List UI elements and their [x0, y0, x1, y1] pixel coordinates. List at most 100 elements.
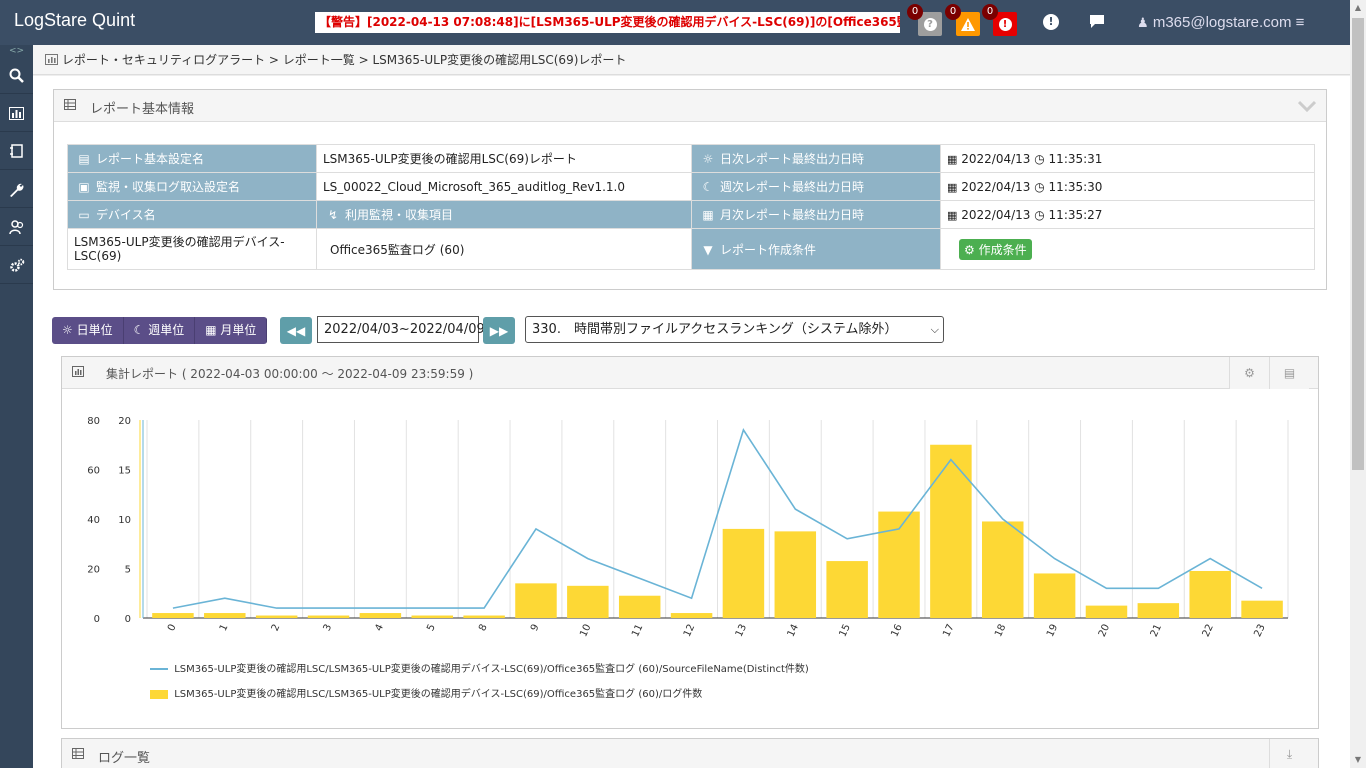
breadcrumb-text[interactable]: レポート・セキュリティログアラート > レポート一覧 > LSM365-ULP変… [62, 53, 627, 67]
wrench-icon [10, 183, 24, 197]
report-select[interactable]: 330. 時間帯別ファイルアクセスランキング（システム除外） ⌵ [525, 316, 944, 343]
y-right-tick-label: 10 [118, 515, 131, 526]
info-button[interactable]: ! [1043, 14, 1061, 32]
y-right-tick-label: 5 [125, 565, 131, 576]
message-button[interactable] [1089, 14, 1107, 32]
bar-chart-icon [45, 54, 58, 65]
basic-info-table: ▤ レポート基本設定名 LSM365-ULP変更後の確認用LSC(69)レポート … [67, 144, 1315, 270]
chart-bar [204, 613, 246, 618]
settings-button[interactable]: ⚙ [1229, 357, 1269, 389]
date-range-input[interactable]: 2022/04/03~2022/04/09 [317, 316, 485, 343]
clock-icon: ◷ [1034, 179, 1045, 194]
alert-ticker[interactable]: 【警告】[2022-04-13 07:08:48]に[LSM365-ULP変更後… [315, 12, 900, 33]
calendar-icon: ▦ [947, 152, 958, 166]
calendar-icon: ▦ [947, 180, 958, 194]
chat-icon [1090, 15, 1104, 28]
table-row: ▤ レポート基本設定名 LSM365-ULP変更後の確認用LSC(69)レポート … [67, 144, 1315, 173]
table-icon [64, 99, 76, 110]
chart-bar [411, 615, 453, 618]
y-left-tick-label: 40 [87, 515, 100, 526]
chart-bar [930, 444, 972, 618]
panel-header[interactable]: レポート基本情報 [54, 90, 1326, 122]
table-row: LSM365-ULP変更後の確認用デバイス-LSC(69) Office365監… [67, 228, 1315, 270]
previous-period-button[interactable]: ◀◀ [280, 317, 312, 344]
sidebar-toggle-icon[interactable]: <> [0, 45, 33, 57]
sidebar-item-report[interactable] [0, 95, 33, 132]
table-icon [72, 748, 84, 759]
sidebar-item-system[interactable] [0, 247, 33, 284]
table-value: Office365監査ログ (60) [316, 228, 692, 270]
chart-bar [1137, 603, 1180, 618]
double-right-icon: ▶▶ [489, 323, 509, 338]
table-key: ▦ 月次レポート最終出力日時 [691, 200, 941, 229]
sidebar-item-log[interactable] [0, 133, 33, 170]
menu-lines-icon: ≡ [1295, 14, 1305, 31]
sidebar-item-settings[interactable] [0, 171, 33, 208]
chart-bar [1085, 605, 1128, 618]
summary-report-panel: 集計レポート ( 2022-04-03 00:00:00 〜 2022-04-0… [61, 356, 1319, 729]
weekly-button[interactable]: ☾ 週単位 [123, 317, 196, 344]
panel-title: 集計レポート ( 2022-04-03 00:00:00 〜 2022-04-0… [106, 367, 474, 381]
lightning-icon: ↯ [327, 208, 339, 222]
legend-item-bar[interactable]: LSM365-ULP変更後の確認用LSC/LSM365-ULP変更後の確認用デバ… [150, 685, 702, 700]
panel-header: ログ一覧 ⤓ [62, 739, 1318, 768]
scrollbar-thumb[interactable] [1352, 18, 1364, 470]
chart-bar [255, 615, 298, 618]
panel-header: 集計レポート ( 2022-04-03 00:00:00 〜 2022-04-0… [62, 357, 1318, 389]
y-right-tick-label: 15 [118, 466, 131, 477]
bar-chart-icon [72, 366, 84, 377]
daily-button[interactable]: ☼ 日単位 [52, 317, 124, 344]
search-icon [9, 68, 24, 83]
create-condition-button[interactable]: ⚙ 作成条件 [959, 238, 1032, 260]
double-left-icon: ◀◀ [286, 323, 306, 338]
legend-label: LSM365-ULP変更後の確認用LSC/LSM365-ULP変更後の確認用デバ… [174, 689, 703, 700]
question-icon: ? [923, 17, 937, 31]
report-select-value: 330. 時間帯別ファイルアクセスランキング（システム除外） [532, 322, 898, 337]
chart-bar [826, 561, 868, 618]
user-menu[interactable]: ♟ m365@logstare.com ≡ [1137, 14, 1304, 31]
scroll-down-arrow[interactable]: ▼ [1350, 752, 1366, 768]
download-button[interactable]: ⤓ [1269, 739, 1309, 768]
table-value: ⚙ 作成条件 [940, 228, 1315, 270]
scroll-up-arrow[interactable]: ▲ [1350, 0, 1366, 16]
clock-icon: ◷ [1034, 151, 1045, 166]
x-tick-label: 12 [682, 623, 697, 639]
legend-item-line[interactable]: LSM365-ULP変更後の確認用LSC/LSM365-ULP変更後の確認用デバ… [150, 660, 809, 675]
x-tick-label: 16 [889, 623, 904, 639]
x-tick-label: 1 [218, 623, 231, 633]
chart-bar [774, 531, 817, 618]
panel-title: ログ一覧 [98, 751, 151, 766]
sidebar-item-search[interactable] [0, 57, 33, 94]
table-value: LSM365-ULP変更後の確認用デバイス-LSC(69) [67, 228, 317, 270]
table-row: ▭ デバイス名 ↯ 利用監視・収集項目 ▦ 月次レポート最終出力日時 ▦ 2022/0… [67, 200, 1315, 229]
y-right-tick-label: 0 [125, 614, 131, 625]
chart-bar [307, 615, 350, 618]
x-tick-label: 20 [1097, 623, 1112, 639]
brand-logo[interactable]: LogStare Quint [14, 10, 135, 31]
table-row: ▣ 監視・収集ログ取込設定名 LS_00022_Cloud_Microsoft_3… [67, 172, 1315, 201]
alert-icon: ! [998, 17, 1012, 31]
x-tick-label: 14 [786, 623, 801, 639]
x-tick-label: 19 [1045, 623, 1060, 639]
chart-bar [1189, 570, 1231, 618]
chart-bar [1033, 573, 1076, 618]
basic-info-panel: レポート基本情報 ▤ レポート基本設定名 LSM365-ULP変更後の確認用LSC… [53, 89, 1327, 290]
next-period-button[interactable]: ▶▶ [483, 317, 515, 344]
sun-icon: ☼ [702, 152, 714, 166]
chart-bar [359, 613, 402, 618]
chevron-down-icon[interactable] [1298, 100, 1316, 112]
sidebar-item-users[interactable] [0, 209, 33, 246]
notebook-icon [10, 144, 23, 158]
exclamation-icon: ! [1043, 14, 1059, 30]
log-list-panel: ログ一覧 ⤓ [61, 738, 1319, 768]
gear-icon: ⚙ [964, 242, 975, 257]
x-tick-label: 21 [1149, 623, 1164, 639]
chart-bar [1241, 600, 1283, 618]
document-icon: ▣ [78, 180, 90, 194]
chart-bar [463, 615, 505, 618]
chart-bar [567, 585, 609, 618]
table-value: ▦ 2022/04/13 ◷ 11:35:30 [940, 172, 1315, 201]
gears-icon [9, 258, 24, 272]
monthly-button[interactable]: ▦ 月単位 [195, 317, 268, 344]
pdf-export-button[interactable]: ▤ [1269, 357, 1309, 389]
